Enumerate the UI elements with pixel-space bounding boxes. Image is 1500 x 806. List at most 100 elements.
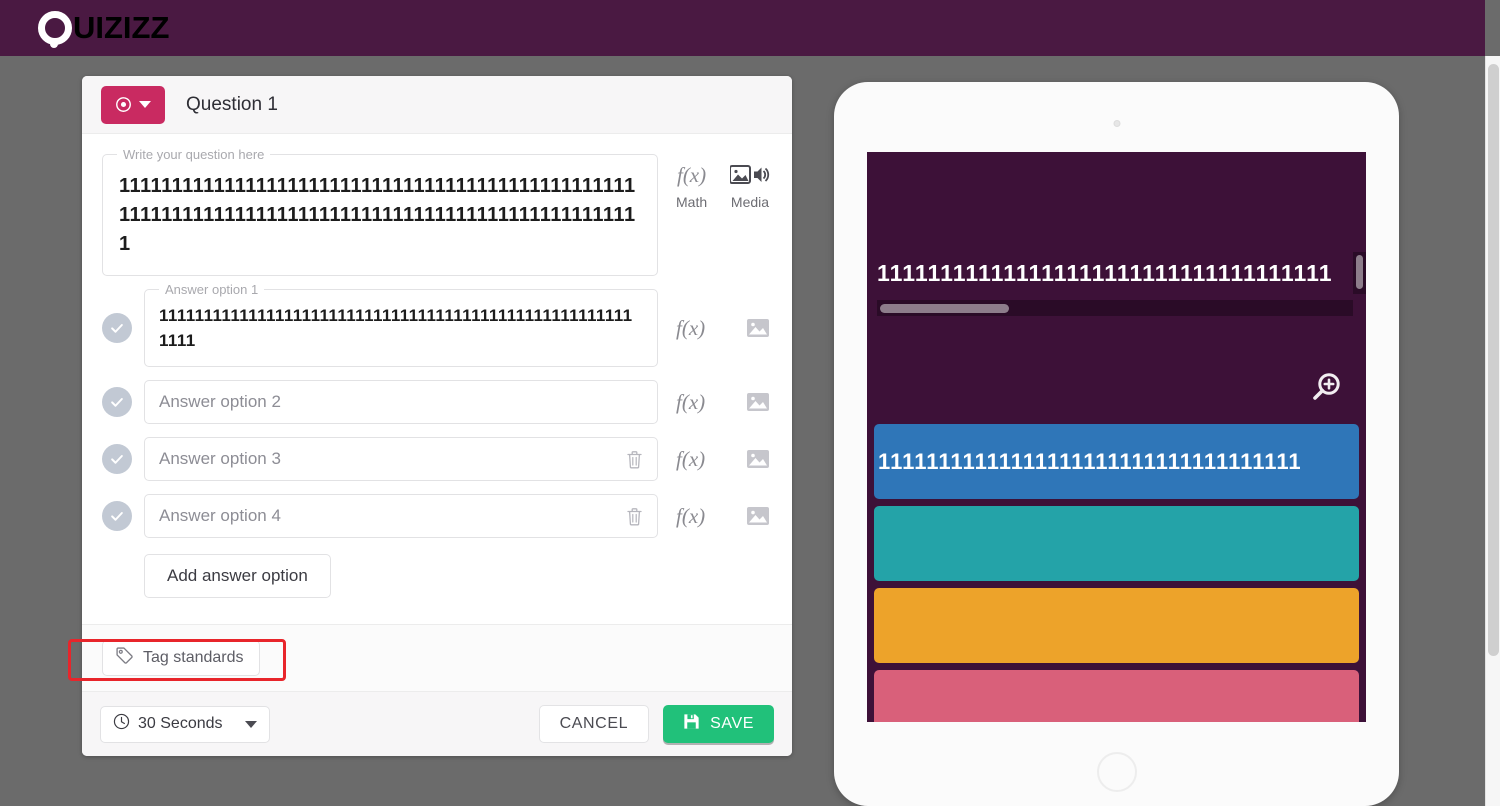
cancel-button[interactable]: CANCEL: [538, 705, 650, 743]
delete-answer-icon[interactable]: [616, 507, 643, 526]
media-tool-label: Media: [730, 194, 770, 210]
clock-icon: [113, 713, 130, 735]
preview-answer-tile[interactable]: 11111111111111111111111111111111111: [874, 424, 1359, 499]
browser-scrollbar-thumb[interactable]: [1488, 64, 1499, 656]
top-brand-bar: UIZIZZ: [0, 0, 1485, 56]
quizizz-logo[interactable]: UIZIZZ: [38, 10, 170, 48]
answer-input-placeholder: Answer option 4: [159, 506, 281, 525]
preview-vertical-scrollbar[interactable]: [1353, 252, 1366, 294]
tag-standards-button[interactable]: Tag standards: [102, 640, 260, 676]
preview-screen: 111111111111111111111111111111111111 111…: [867, 152, 1366, 722]
tag-standards-strip: Tag standards: [82, 624, 792, 691]
preview-horizontal-scrollbar[interactable]: [877, 300, 1353, 316]
question-type-dropdown[interactable]: [101, 85, 165, 124]
answer-row: Answer option 3 f(x): [102, 437, 770, 481]
tablet-preview: 111111111111111111111111111111111111 111…: [834, 82, 1399, 806]
question-editor-body: Write your question here 111111111111111…: [82, 134, 792, 606]
answer-row: Answer option 4 f(x): [102, 494, 770, 538]
image-icon: [746, 504, 770, 528]
answer-math-button[interactable]: f(x): [676, 504, 705, 528]
page-title: Question 1: [186, 93, 278, 115]
save-button[interactable]: SAVE: [663, 705, 774, 743]
image-icon: [746, 447, 770, 471]
answer-image-button[interactable]: [746, 504, 770, 528]
question-input-label: Write your question here: [117, 147, 271, 163]
check-icon: [111, 324, 123, 333]
tablet-home-button: [1096, 752, 1137, 792]
question-tools: f(x) Math Media: [658, 154, 770, 210]
answer-input[interactable]: Answer option 4: [144, 494, 658, 538]
image-icon: [746, 390, 770, 414]
question-input[interactable]: Write your question here 111111111111111…: [102, 147, 658, 276]
answer-correct-toggle[interactable]: [102, 387, 132, 417]
answer-math-button[interactable]: f(x): [676, 447, 705, 471]
floppy-disk-icon: [683, 713, 700, 735]
fx-icon: f(x): [676, 389, 706, 414]
radio-button-icon: [116, 97, 131, 112]
preview-question-pane: 111111111111111111111111111111111111: [867, 152, 1366, 424]
preview-question-text: 111111111111111111111111111111111111: [877, 260, 1333, 286]
preview-answer-tile[interactable]: [874, 670, 1359, 722]
chevron-down-icon: [139, 101, 151, 108]
math-tool-button[interactable]: f(x) Math: [676, 162, 708, 211]
answer-math-button[interactable]: f(x): [676, 390, 705, 414]
timer-label: 30 Seconds: [138, 715, 223, 732]
page-stage: Question 1 Write your question here 1111…: [0, 56, 1485, 806]
check-icon: [111, 455, 123, 464]
timer-dropdown[interactable]: 30 Seconds: [100, 705, 270, 743]
logo-wordmark: UIZIZZ: [73, 10, 170, 45]
browser-scrollbar[interactable]: [1485, 56, 1500, 806]
answer-input[interactable]: Answer option 3: [144, 437, 658, 481]
tag-icon: [115, 646, 134, 670]
preview-horizontal-scrollbar-thumb[interactable]: [880, 304, 1009, 313]
check-icon: [111, 512, 123, 521]
math-tool-label: Math: [676, 194, 708, 210]
answer-correct-toggle[interactable]: [102, 444, 132, 474]
answer-image-button[interactable]: [746, 390, 770, 414]
preview-answer-tile[interactable]: [874, 588, 1359, 663]
answer-input[interactable]: Answer option 2: [144, 380, 658, 424]
answer-correct-toggle[interactable]: [102, 313, 132, 343]
fx-icon: f(x): [676, 503, 706, 528]
image-audio-icon: [730, 162, 770, 188]
question-row: Write your question here 111111111111111…: [102, 147, 770, 276]
answer-input[interactable]: Answer option 1 111111111111111111111111…: [144, 282, 658, 367]
answer-input-placeholder: Answer option 2: [159, 392, 281, 411]
save-label: SAVE: [710, 715, 754, 732]
add-answer-row: Add answer option: [102, 554, 770, 598]
answer-correct-toggle[interactable]: [102, 501, 132, 531]
footer-actions: CANCEL SAVE: [538, 705, 774, 743]
answer-input-value: 1111111111111111111111111111111111111111…: [159, 306, 633, 350]
preview-answer-tiles: 11111111111111111111111111111111111: [867, 424, 1366, 722]
add-answer-option-button[interactable]: Add answer option: [144, 554, 331, 598]
tag-standards-label: Tag standards: [143, 649, 244, 666]
answer-row: Answer option 2 f(x): [102, 380, 770, 424]
delete-answer-icon[interactable]: [616, 450, 643, 469]
check-icon: [111, 398, 123, 407]
logo-q-icon: [38, 11, 72, 48]
preview-answer-tile[interactable]: [874, 506, 1359, 581]
answer-math-button[interactable]: f(x): [676, 316, 705, 340]
preview-vertical-scrollbar-thumb[interactable]: [1356, 255, 1363, 289]
answer-row: Answer option 1 111111111111111111111111…: [102, 282, 770, 367]
preview-answer-tile-text: 11111111111111111111111111111111111: [878, 448, 1302, 474]
chevron-down-icon: [244, 720, 257, 728]
answer-image-button[interactable]: [746, 316, 770, 340]
media-tool-button[interactable]: Media: [730, 162, 770, 210]
question-editor-header: Question 1: [82, 76, 792, 134]
question-editor-card: Question 1 Write your question here 1111…: [82, 76, 792, 756]
answer-tools: f(x): [658, 390, 770, 414]
answer-tools: f(x): [658, 316, 770, 340]
answer-input-placeholder: Answer option 3: [159, 449, 281, 468]
answer-tools: f(x): [658, 504, 770, 528]
question-editor-footer: 30 Seconds CANCEL SAVE: [82, 691, 792, 756]
question-input-value: 1111111111111111111111111111111111111111…: [119, 175, 636, 255]
answer-input-label: Answer option 1: [159, 282, 265, 298]
tablet-camera-icon: [1113, 120, 1120, 127]
answer-image-button[interactable]: [746, 447, 770, 471]
fx-icon: f(x): [676, 162, 707, 187]
fx-icon: f(x): [676, 446, 706, 471]
answer-tools: f(x): [658, 447, 770, 471]
zoom-in-icon[interactable]: [1308, 370, 1344, 411]
fx-icon: f(x): [676, 315, 706, 340]
